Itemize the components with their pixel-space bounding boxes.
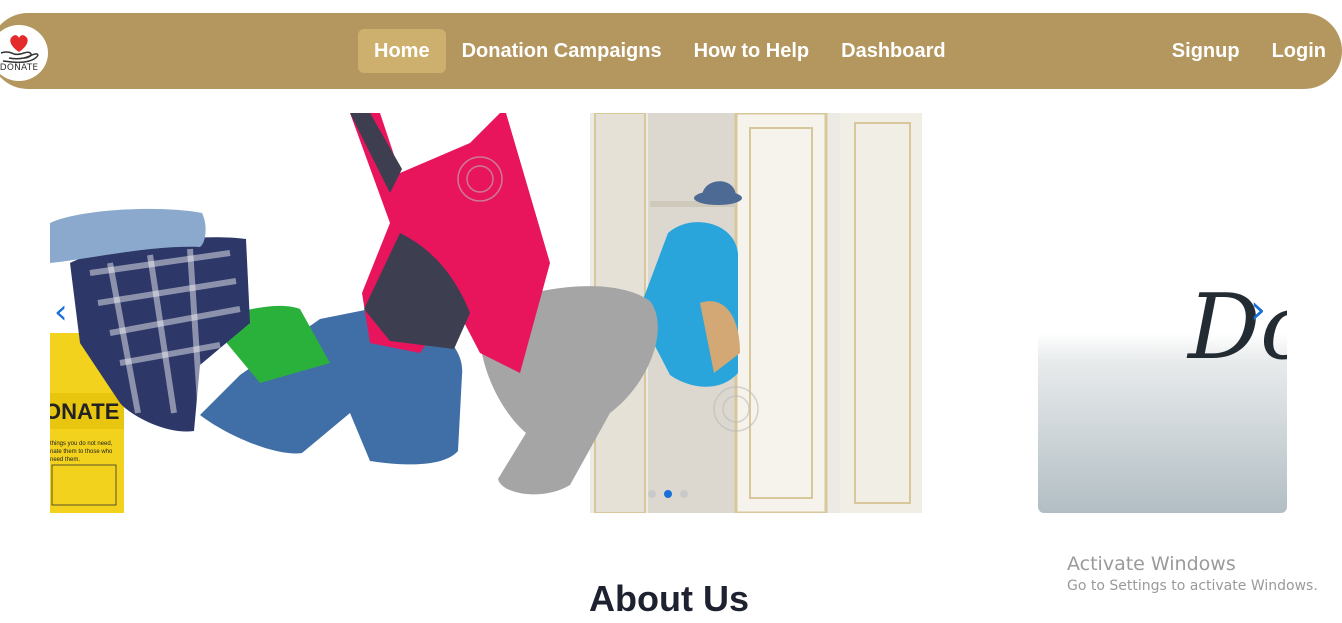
about-us-heading: About Us	[589, 578, 749, 619]
bin-small-2: nate them to those who	[50, 449, 113, 455]
logo-text: DONATE	[0, 63, 39, 73]
nav-dashboard-link[interactable]: Dashboard	[825, 29, 961, 73]
clothes-donation-image: ONATE things you do not need, nate them …	[50, 113, 922, 513]
carousel-prev-button[interactable]: ‹	[54, 292, 84, 332]
nav-how-to-help-link[interactable]: How to Help	[678, 29, 826, 73]
carousel-indicators	[648, 490, 688, 498]
nav-home-link[interactable]: Home	[358, 29, 446, 73]
carousel-next-button[interactable]: ›	[1250, 288, 1280, 332]
carousel-dot-2[interactable]	[664, 490, 672, 498]
bin-small-3: need them.	[50, 457, 80, 463]
bin-label: ONATE	[50, 399, 119, 424]
signup-link[interactable]: Signup	[1156, 29, 1256, 73]
main-nav: Home Donation Campaigns How to Help Dash…	[358, 29, 962, 73]
carousel-dot-1[interactable]	[648, 490, 656, 498]
auth-nav: Signup Login	[1156, 29, 1342, 73]
carousel-slide-active: ONATE things you do not need, nate them …	[50, 113, 922, 513]
navbar: DONATE Home Donation Campaigns How to He…	[0, 13, 1342, 89]
bin-small-1: things you do not need,	[50, 441, 113, 447]
carousel-dot-3[interactable]	[680, 490, 688, 498]
nav-donation-campaigns-link[interactable]: Donation Campaigns	[446, 29, 678, 73]
login-link[interactable]: Login	[1256, 29, 1342, 73]
logo[interactable]: DONATE	[0, 25, 48, 81]
activate-windows-title: Activate Windows	[1067, 553, 1236, 575]
